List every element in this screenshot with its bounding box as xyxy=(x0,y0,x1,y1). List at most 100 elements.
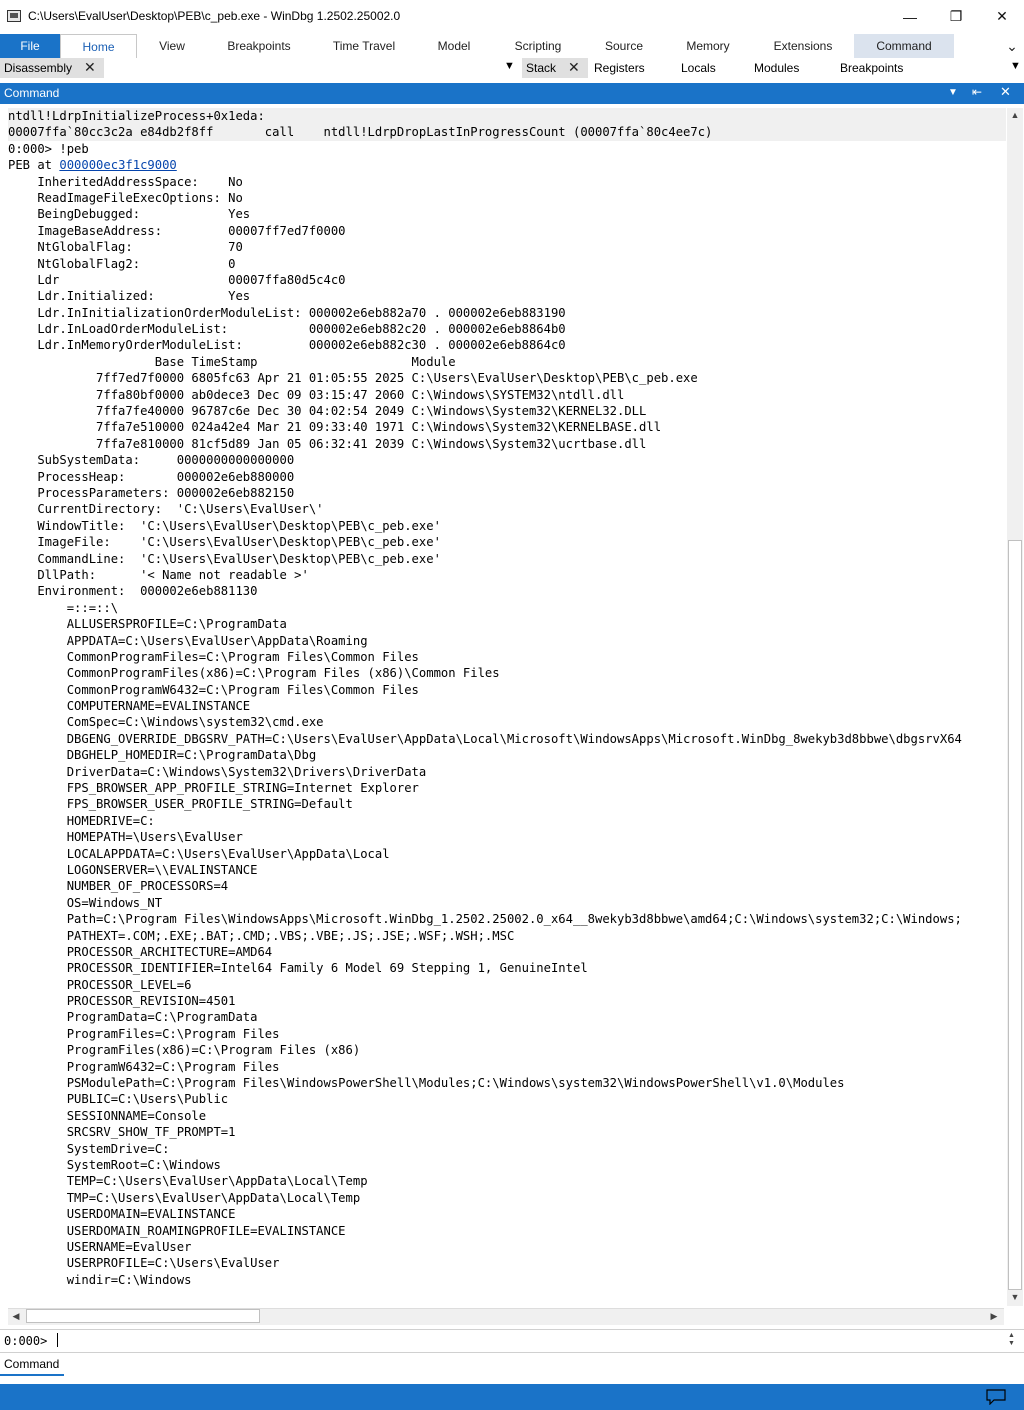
document-tab-bar: Disassembly ✕ ▼ Stack ✕ Registers Locals… xyxy=(0,58,1024,80)
command-input[interactable] xyxy=(56,1331,1002,1349)
tab-model[interactable]: Model xyxy=(422,34,486,58)
scroll-up-icon[interactable]: ▲ xyxy=(1007,110,1023,120)
tab-view[interactable]: View xyxy=(137,34,207,58)
output-line: TMP=C:\Users\EvalUser\AppData\Local\Temp xyxy=(8,1190,361,1205)
output-line: PATHEXT=.COM;.EXE;.BAT;.CMD;.VBS;.VBE;.J… xyxy=(8,928,515,943)
output-line: 7ffa7fe40000 96787c6e Dec 30 04:02:54 20… xyxy=(8,404,647,419)
output-line: PROCESSOR_LEVEL=6 xyxy=(8,977,192,992)
tab-overflow-icon[interactable]: ▼ xyxy=(504,60,515,72)
close-tab-icon[interactable]: ✕ xyxy=(84,58,96,76)
ribbon-tab-bar: File Home View Breakpoints Time Travel M… xyxy=(0,34,1024,59)
output-line: ProgramFiles(x86)=C:\Program Files (x86) xyxy=(8,1043,361,1058)
output-line: =::=::\ xyxy=(8,600,119,615)
output-line: SESSIONNAME=Console xyxy=(8,1108,207,1123)
output-line: PROCESSOR_REVISION=4501 xyxy=(8,994,236,1009)
bottom-tab-command[interactable]: Command xyxy=(0,1354,64,1376)
output-line: Ldr.Initialized: Yes xyxy=(8,289,251,304)
output-line: PSModulePath=C:\Program Files\WindowsPow… xyxy=(8,1076,845,1091)
doc-tab-stack[interactable]: Stack ✕ xyxy=(522,58,588,78)
panel-menu-icon[interactable]: ▼ xyxy=(1010,60,1021,72)
output-line: Environment: 000002e6eb881130 xyxy=(8,584,258,599)
output-line: FPS_BROWSER_APP_PROFILE_STRING=Internet … xyxy=(8,781,419,796)
output-line: 0:000> !peb xyxy=(8,141,89,156)
doc-tab-locals[interactable]: Locals xyxy=(677,58,737,78)
output-line: ProgramFiles=C:\Program Files xyxy=(8,1026,280,1041)
output-line: LOCALAPPDATA=C:\Users\EvalUser\AppData\L… xyxy=(8,846,390,861)
ribbon-expand-icon[interactable]: ⌄ xyxy=(1002,34,1022,58)
output-line: ProgramW6432=C:\Program Files xyxy=(8,1059,280,1074)
doc-tab-disassembly[interactable]: Disassembly ✕ xyxy=(0,58,104,78)
output-line: FPS_BROWSER_USER_PROFILE_STRING=Default xyxy=(8,797,353,812)
feedback-chat-icon[interactable] xyxy=(986,1389,1006,1405)
output-line: BeingDebugged: Yes xyxy=(8,207,251,222)
tab-source[interactable]: Source xyxy=(590,34,658,58)
command-panel-title: Command xyxy=(4,86,60,100)
command-panel-header: Command ▼ ⇤ ✕ xyxy=(0,83,1024,104)
tab-file[interactable]: File xyxy=(0,34,60,58)
tab-memory[interactable]: Memory xyxy=(672,34,744,58)
output-line: PROCESSOR_IDENTIFIER=Intel64 Family 6 Mo… xyxy=(8,961,588,976)
output-line: HOMEDRIVE=C: xyxy=(8,813,155,828)
output-line: 7ffa7e510000 024a42e4 Mar 21 09:33:40 19… xyxy=(8,420,662,435)
input-spin-icon[interactable]: ▲ ▼ xyxy=(1008,1332,1015,1348)
status-bar xyxy=(0,1384,1024,1410)
tab-breakpoints[interactable]: Breakpoints xyxy=(215,34,303,58)
output-line: ComSpec=C:\Windows\system32\cmd.exe xyxy=(8,715,324,730)
output-line: ntdll!LdrpInitializeProcess+0x1eda: xyxy=(8,109,265,123)
panel-dropdown-icon[interactable]: ▼ xyxy=(948,87,958,98)
doc-tab-modules[interactable]: Modules xyxy=(750,58,820,78)
tab-home[interactable]: Home xyxy=(60,34,137,59)
output-line: SubSystemData: 0000000000000000 xyxy=(8,453,295,468)
output-line: APPDATA=C:\Users\EvalUser\AppData\Roamin… xyxy=(8,633,368,648)
output-line: LOGONSERVER=\\EVALINSTANCE xyxy=(8,862,258,877)
scroll-right-icon[interactable]: ▶ xyxy=(986,1311,1002,1322)
minimize-button[interactable]: — xyxy=(886,0,934,33)
output-line: 7ffa7e810000 81cf5d89 Jan 05 06:32:41 20… xyxy=(8,436,647,451)
close-tab-icon[interactable]: ✕ xyxy=(568,58,580,76)
close-panel-icon[interactable]: ✕ xyxy=(1000,84,1011,100)
output-line: Ldr.InMemoryOrderModuleList: 000002e6eb8… xyxy=(8,338,566,353)
output-line: ImageFile: 'C:\Users\EvalUser\Desktop\PE… xyxy=(8,535,441,550)
title-bar: C:\Users\EvalUser\Desktop\PEB\c_peb.exe … xyxy=(0,0,1024,33)
output-line: NtGlobalFlag: 70 xyxy=(8,240,243,255)
output-line: CommonProgramFiles(x86)=C:\Program Files… xyxy=(8,666,500,681)
command-output[interactable]: ntdll!LdrpInitializeProcess+0x1eda: 00007… xyxy=(8,108,1006,1288)
scroll-down-icon[interactable]: ▼ xyxy=(1007,1292,1023,1302)
command-prompt: 0:000> xyxy=(4,1334,48,1348)
output-line: NtGlobalFlag2: 0 xyxy=(8,256,236,271)
output-line: ReadImageFileExecOptions: No xyxy=(8,190,243,205)
doc-tab-registers[interactable]: Registers xyxy=(590,58,660,78)
vertical-scroll-thumb[interactable] xyxy=(1008,540,1022,1290)
output-line: Ldr.InLoadOrderModuleList: 000002e6eb882… xyxy=(8,322,566,337)
scroll-left-icon[interactable]: ◀ xyxy=(8,1311,24,1322)
output-line: SystemDrive=C: xyxy=(8,1141,170,1156)
text-caret xyxy=(57,1333,58,1347)
output-line: 00007ffa`80cc3c2a e84db2f8ff call ntdll!… xyxy=(8,125,713,140)
output-line: COMPUTERNAME=EVALINSTANCE xyxy=(8,699,251,714)
tab-time-travel[interactable]: Time Travel xyxy=(320,34,408,58)
close-button[interactable]: ✕ xyxy=(978,0,1024,33)
output-line: USERDOMAIN=EVALINSTANCE xyxy=(8,1207,236,1222)
output-line: ProcessHeap: 000002e6eb880000 xyxy=(8,469,295,484)
output-line: DBGHELP_HOMEDIR=C:\ProgramData\Dbg xyxy=(8,748,317,763)
doc-tab-breakpoints[interactable]: Breakpoints xyxy=(836,58,916,78)
horizontal-scroll-thumb[interactable] xyxy=(26,1309,260,1323)
restore-button[interactable]: ❐ xyxy=(932,0,980,33)
output-line: SystemRoot=C:\Windows xyxy=(8,1158,221,1172)
output-line: ProgramData=C:\ProgramData xyxy=(8,1010,258,1025)
peb-address-link[interactable]: 000000ec3f1c9000 xyxy=(59,158,176,172)
output-line: CommonProgramW6432=C:\Program Files\Comm… xyxy=(8,682,419,697)
output-line: CommandLine: 'C:\Users\EvalUser\Desktop\… xyxy=(8,551,441,566)
output-line: DriverData=C:\Windows\System32\Drivers\D… xyxy=(8,764,427,779)
output-line: PROCESSOR_ARCHITECTURE=AMD64 xyxy=(8,944,273,959)
output-line: Path=C:\Program Files\WindowsApps\Micros… xyxy=(8,912,962,927)
tab-extensions[interactable]: Extensions xyxy=(762,34,844,58)
tab-command[interactable]: Command xyxy=(854,34,954,58)
output-line: InheritedAddressSpace: No xyxy=(8,174,243,189)
window-title: C:\Users\EvalUser\Desktop\PEB\c_peb.exe … xyxy=(28,9,401,23)
tab-scripting[interactable]: Scripting xyxy=(500,34,576,58)
pin-icon[interactable]: ⇤ xyxy=(972,85,982,99)
output-line: 7ff7ed7f0000 6805fc63 Apr 21 01:05:55 20… xyxy=(8,371,698,386)
output-line: HOMEPATH=\Users\EvalUser xyxy=(8,830,243,845)
output-line: Base TimeStamp Module xyxy=(8,354,456,369)
